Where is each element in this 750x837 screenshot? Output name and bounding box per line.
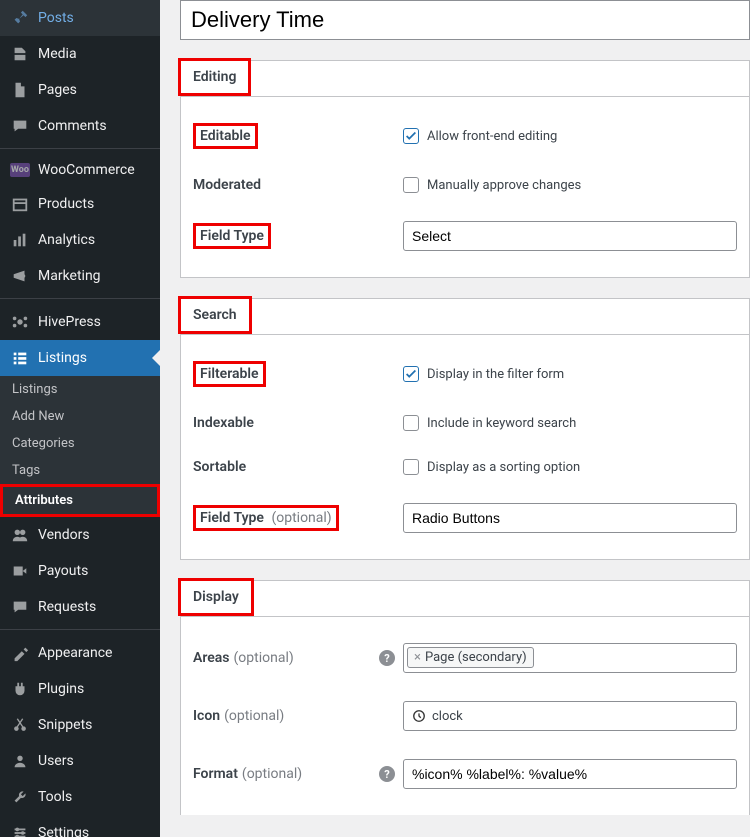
users-icon xyxy=(10,751,30,771)
label-icon: Icon xyxy=(193,708,220,724)
field-moderated: Moderated Manually approve changes xyxy=(193,163,737,207)
field-format: Format (optional)? xyxy=(193,745,737,803)
checkbox-moderated[interactable] xyxy=(403,177,419,193)
checkbox-sortable[interactable] xyxy=(403,459,419,475)
menu-snippets[interactable]: Snippets xyxy=(0,707,160,743)
vendors-icon xyxy=(10,525,30,545)
chip-remove-icon[interactable]: × xyxy=(414,650,421,665)
menu-analytics[interactable]: Analytics xyxy=(0,222,160,258)
submenu-item-attributes[interactable]: Attributes xyxy=(0,484,160,517)
media-icon xyxy=(10,44,30,64)
panel-editing: Editing Editable Allow front-end editing… xyxy=(180,60,750,278)
main-content: Editing Editable Allow front-end editing… xyxy=(160,0,750,837)
menu-separator xyxy=(0,625,160,630)
format-input[interactable] xyxy=(403,759,737,789)
menu-products[interactable]: Products xyxy=(0,186,160,222)
menu-woocommerce[interactable]: WooWooCommerce xyxy=(0,154,160,186)
admin-sidebar: Posts Media Pages Comments WooWooCommerc… xyxy=(0,0,160,837)
payouts-icon xyxy=(10,561,30,581)
field-editing-field-type: Field Type xyxy=(193,207,737,265)
checkbox-editable[interactable] xyxy=(403,128,419,144)
select-editing-field-type[interactable] xyxy=(403,221,737,251)
appearance-icon xyxy=(10,643,30,663)
checkbox-filterable[interactable] xyxy=(403,366,419,382)
panel-display-title: Display xyxy=(178,578,254,616)
submenu-item-tags[interactable]: Tags xyxy=(0,457,160,484)
plugins-icon xyxy=(10,679,30,699)
settings-icon xyxy=(10,823,30,837)
label-search-field-type: Field Type (optional) xyxy=(193,505,339,531)
label-moderated: Moderated xyxy=(193,177,261,193)
help-icon[interactable]: ? xyxy=(379,766,395,782)
hivepress-icon xyxy=(10,312,30,332)
panel-search-title: Search xyxy=(178,296,252,334)
label-editing-field-type: Field Type xyxy=(193,223,271,249)
checkbox-indexable[interactable] xyxy=(403,415,419,431)
comments-icon xyxy=(10,116,30,136)
panel-search: Search Filterable Display in the filter … xyxy=(180,298,750,560)
label-indexable: Indexable xyxy=(193,415,254,431)
products-icon xyxy=(10,194,30,214)
woo-icon: Woo xyxy=(10,163,30,177)
menu-payouts[interactable]: Payouts xyxy=(0,553,160,589)
menu-settings[interactable]: Settings xyxy=(0,815,160,837)
checkbox-editable-label: Allow front-end editing xyxy=(427,129,557,144)
pushpin-icon xyxy=(10,8,30,28)
field-editable: Editable Allow front-end editing xyxy=(193,109,737,163)
menu-hivepress[interactable]: HivePress xyxy=(0,304,160,340)
clock-icon xyxy=(412,709,426,723)
menu-users[interactable]: Users xyxy=(0,743,160,779)
field-icon: Icon (optional) clock xyxy=(193,687,737,745)
snippets-icon xyxy=(10,715,30,735)
panel-editing-title: Editing xyxy=(178,58,251,96)
checkbox-moderated-label: Manually approve changes xyxy=(427,178,581,193)
submenu-item-categories[interactable]: Categories xyxy=(0,430,160,457)
label-editable: Editable xyxy=(193,123,258,149)
menu-tools[interactable]: Tools xyxy=(0,779,160,815)
label-format: Format xyxy=(193,766,238,782)
attribute-title-input[interactable] xyxy=(180,0,750,40)
icon-select[interactable]: clock xyxy=(403,701,737,731)
submenu-item-listings[interactable]: Listings xyxy=(0,376,160,403)
panel-display: Display Areas (optional)? ×Page (seconda… xyxy=(180,580,750,815)
field-sortable: Sortable Display as a sorting option xyxy=(193,445,737,489)
marketing-icon xyxy=(10,266,30,286)
checkbox-sortable-label: Display as a sorting option xyxy=(427,460,580,475)
listings-icon xyxy=(10,348,30,368)
menu-vendors[interactable]: Vendors xyxy=(0,517,160,553)
menu-separator xyxy=(0,144,160,149)
checkbox-indexable-label: Include in keyword search xyxy=(427,416,576,431)
menu-media[interactable]: Media xyxy=(0,36,160,72)
menu-comments[interactable]: Comments xyxy=(0,108,160,144)
analytics-icon xyxy=(10,230,30,250)
label-sortable: Sortable xyxy=(193,459,246,475)
menu-plugins[interactable]: Plugins xyxy=(0,671,160,707)
tools-icon xyxy=(10,787,30,807)
checkbox-filterable-label: Display in the filter form xyxy=(427,367,564,382)
requests-icon xyxy=(10,597,30,617)
field-search-field-type: Field Type (optional) xyxy=(193,489,737,547)
menu-separator xyxy=(0,294,160,299)
field-areas: Areas (optional)? ×Page (secondary) xyxy=(193,629,737,687)
field-filterable: Filterable Display in the filter form xyxy=(193,347,737,401)
label-areas: Areas xyxy=(193,650,230,666)
areas-input[interactable]: ×Page (secondary) xyxy=(403,643,737,673)
area-chip: ×Page (secondary) xyxy=(407,647,534,668)
select-search-field-type[interactable] xyxy=(403,503,737,533)
help-icon[interactable]: ? xyxy=(379,650,395,666)
menu-pages[interactable]: Pages xyxy=(0,72,160,108)
submenu-listings: Listings Add New Categories Tags Attribu… xyxy=(0,376,160,517)
submenu-item-add-new[interactable]: Add New xyxy=(0,403,160,430)
label-filterable: Filterable xyxy=(193,361,266,387)
pages-icon xyxy=(10,80,30,100)
menu-appearance[interactable]: Appearance xyxy=(0,635,160,671)
menu-marketing[interactable]: Marketing xyxy=(0,258,160,294)
menu-listings[interactable]: Listings xyxy=(0,340,160,376)
menu-posts[interactable]: Posts xyxy=(0,0,160,36)
field-indexable: Indexable Include in keyword search xyxy=(193,401,737,445)
menu-requests[interactable]: Requests xyxy=(0,589,160,625)
